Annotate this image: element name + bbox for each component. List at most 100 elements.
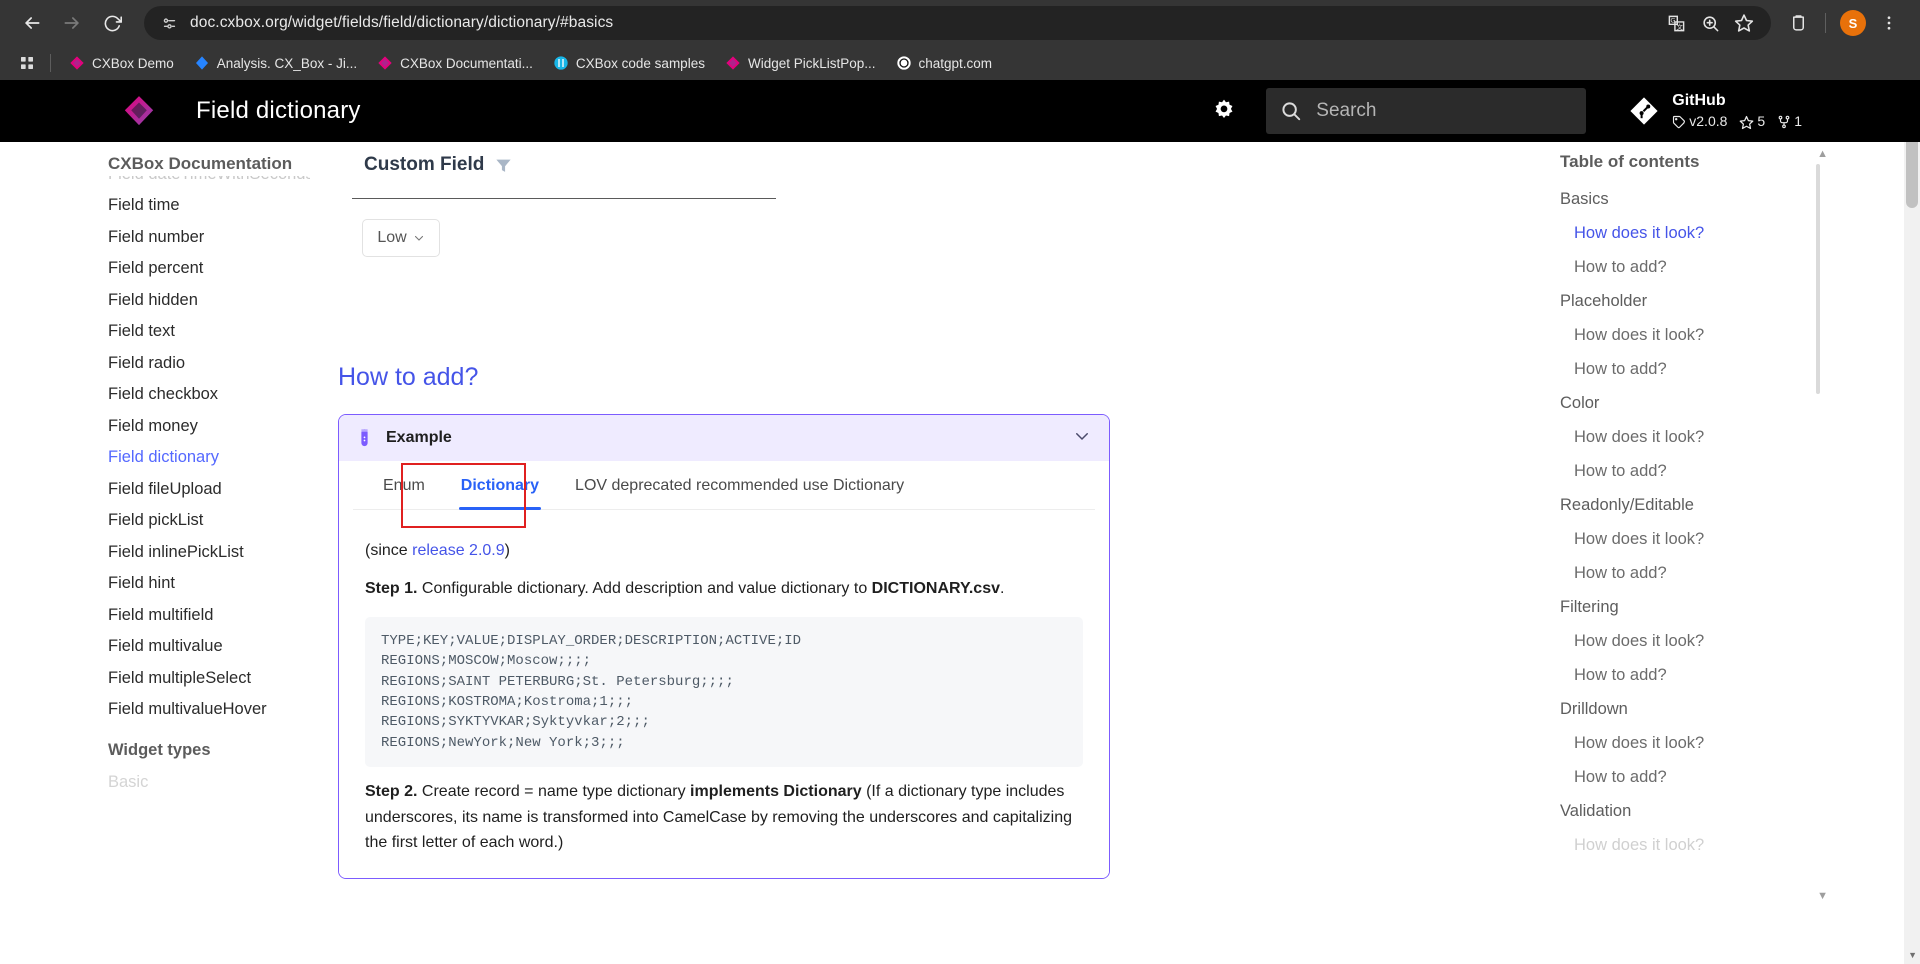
page-scroll-down-icon[interactable]: ▼ [1908, 950, 1917, 960]
profile-avatar[interactable]: S [1836, 6, 1870, 40]
sidebar-item-field-percent[interactable]: Field percent [108, 253, 310, 285]
github-logo-icon [554, 56, 568, 70]
sidebar-list: Field dateTimeWithSeconds Field time Fie… [108, 150, 310, 798]
sidebar-item-field-text[interactable]: Field text [108, 316, 310, 348]
admonition-title: Example [386, 429, 452, 446]
settings-gear-icon[interactable] [1204, 91, 1244, 131]
apps-grid-icon[interactable] [14, 50, 40, 76]
forward-button[interactable] [54, 5, 90, 41]
step2-label: Step 2. [365, 782, 418, 800]
dictionary-csv-code-block[interactable]: TYPE;KEY;VALUE;DISPLAY_ORDER;DESCRIPTION… [365, 617, 1083, 767]
bookmark-star-icon[interactable] [1729, 8, 1759, 38]
github-forks: 1 [1794, 113, 1802, 130]
toc-item-how-does-it-look-color[interactable]: How does it look? [1560, 420, 1920, 454]
sidebar-item-field-money[interactable]: Field money [108, 410, 310, 442]
github-link[interactable]: GitHub v2.0.8 5 1 [1628, 91, 1810, 131]
toc-item-how-to-add-basics[interactable]: How to add? [1560, 250, 1920, 284]
back-button[interactable] [14, 5, 50, 41]
sidebar-item-field-picklist[interactable]: Field pickList [108, 505, 310, 537]
toc-item-placeholder[interactable]: Placeholder [1560, 284, 1920, 318]
toc-item-cut[interactable]: How does it look? [1560, 828, 1920, 862]
admonition-header[interactable]: Example [339, 415, 1109, 461]
sidebar-item-field-multipleselect[interactable]: Field multipleSelect [108, 662, 310, 694]
toc-item-how-does-it-look-basics[interactable]: How does it look? [1560, 216, 1920, 250]
toc-item-how-does-it-look-placeholder[interactable]: How does it look? [1560, 318, 1920, 352]
sidebar-item-field-hidden[interactable]: Field hidden [108, 284, 310, 316]
bookmark-item[interactable]: CXBox Demo [61, 52, 182, 74]
site-logo-icon[interactable] [110, 94, 168, 128]
reload-button[interactable] [94, 5, 130, 41]
tag-icon [1673, 115, 1686, 129]
demo-watermark [338, 257, 1520, 329]
toc-scroll-up-icon[interactable]: ▲ [1817, 148, 1828, 160]
sidebar-item-field-multifield[interactable]: Field multifield [108, 599, 310, 631]
github-forks-group: 1 [1777, 113, 1802, 131]
bookmark-item[interactable]: Widget PickListPop... [717, 52, 884, 74]
sidebar-group-widget-types: Widget types [108, 741, 211, 759]
step1-text: Configurable dictionary. Add description… [417, 579, 872, 597]
sidebar-item-field-hint[interactable]: Field hint [108, 568, 310, 600]
toc-item-readonly-editable[interactable]: Readonly/Editable [1560, 488, 1920, 522]
bookmark-item[interactable]: chatgpt.com [888, 52, 1001, 74]
toc-item-color[interactable]: Color [1560, 386, 1920, 420]
page-scrollbar[interactable]: ▲ ▼ [1904, 80, 1920, 964]
toc-scrollbar-thumb[interactable] [1816, 164, 1820, 394]
url-text[interactable]: doc.cxbox.org/widget/fields/field/dictio… [190, 14, 613, 32]
demo-dictionary-select[interactable]: Low [362, 219, 440, 257]
toc-item-how-does-it-look-filtering[interactable]: How does it look? [1560, 624, 1920, 658]
sidebar-item-field-time[interactable]: Field time [108, 190, 310, 222]
sidebar-doc-title: CXBox Documentation [108, 154, 293, 173]
sidebar-item-field-fileupload[interactable]: Field fileUpload [108, 473, 310, 505]
sidebar-item-field-multivalue[interactable]: Field multivalue [108, 631, 310, 663]
toc-item-validation[interactable]: Validation [1560, 794, 1920, 828]
sidebar-item-field-dictionary[interactable]: Field dictionary [108, 442, 310, 474]
page-info-icon[interactable] [156, 10, 182, 36]
toc-scroll-down-icon[interactable]: ▼ [1817, 890, 1828, 902]
cxbox-logo-icon [70, 56, 84, 70]
extensions-icon[interactable] [1781, 6, 1815, 40]
since-suffix: ) [504, 542, 510, 559]
github-info: GitHub v2.0.8 5 1 [1672, 91, 1810, 131]
step1-label: Step 1. [365, 579, 418, 597]
toolbar-divider [1825, 13, 1826, 33]
zoom-icon[interactable] [1695, 8, 1725, 38]
filter-icon[interactable] [494, 156, 513, 175]
sidebar-item-field-inlinepicklist[interactable]: Field inlinePickList [108, 536, 310, 568]
translate-icon[interactable]: G文 [1661, 8, 1691, 38]
toc-item-filtering[interactable]: Filtering [1560, 590, 1920, 624]
sidebar-item-field-multivaluehover[interactable]: Field multivalueHover [108, 694, 310, 726]
admonition-collapse-icon[interactable] [1073, 427, 1091, 450]
sidebar-sticky-header: CXBox Documentation [108, 142, 310, 176]
toc-item-how-to-add-color[interactable]: How to add? [1560, 454, 1920, 488]
search-box[interactable]: Search [1266, 88, 1587, 134]
github-stars-group: 5 [1739, 113, 1765, 131]
cxbox-logo-icon [726, 56, 740, 70]
sidebar-item-basic[interactable]: Basic [108, 766, 310, 798]
address-bar[interactable]: doc.cxbox.org/widget/fields/field/dictio… [144, 6, 1771, 40]
toc-item-how-to-add-placeholder[interactable]: How to add? [1560, 352, 1920, 386]
toc-item-how-to-add-filtering[interactable]: How to add? [1560, 658, 1920, 692]
sidebar-item-field-checkbox[interactable]: Field checkbox [108, 379, 310, 411]
tab-lov-deprecated[interactable]: LOV deprecated recommended use Dictionar… [557, 461, 922, 509]
bookmark-item[interactable]: CXBox Documentati... [369, 52, 541, 74]
tab-dictionary[interactable]: Dictionary [443, 461, 557, 510]
search-icon [1282, 102, 1301, 121]
toc-item-how-to-add-drilldown[interactable]: How to add? [1560, 760, 1920, 794]
bookmark-item[interactable]: CXBox code samples [545, 52, 713, 74]
page-title: Field dictionary [196, 97, 361, 124]
toc-item-how-does-it-look-readonly[interactable]: How does it look? [1560, 522, 1920, 556]
kebab-menu-icon[interactable] [1872, 6, 1906, 40]
github-version: v2.0.8 [1689, 113, 1728, 130]
bookmark-label: CXBox Demo [92, 55, 174, 71]
toc-item-basics[interactable]: Basics [1560, 182, 1920, 216]
toc-item-how-does-it-look-drilldown[interactable]: How does it look? [1560, 726, 1920, 760]
star-icon [1740, 115, 1754, 129]
release-link[interactable]: release 2.0.9 [412, 542, 505, 559]
tab-enum[interactable]: Enum [365, 461, 443, 509]
toc-item-how-to-add-readonly[interactable]: How to add? [1560, 556, 1920, 590]
toc-item-drilldown[interactable]: Drilldown [1560, 692, 1920, 726]
bookmark-item[interactable]: Analysis. CX_Box - Ji... [186, 52, 365, 74]
sidebar-item-field-number[interactable]: Field number [108, 221, 310, 253]
back-arrow-icon [25, 17, 40, 29]
sidebar-item-field-radio[interactable]: Field radio [108, 347, 310, 379]
